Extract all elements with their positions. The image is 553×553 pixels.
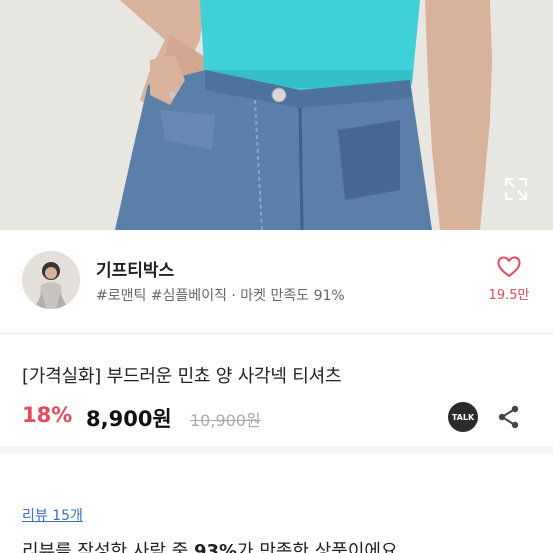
sale-price: 8,900원 bbox=[86, 407, 172, 431]
product-photo-image bbox=[0, 0, 553, 230]
fullscreen-icon[interactable] bbox=[503, 176, 529, 202]
seller-section: 기프티박스 #로맨틱 #심플베이직 · 마켓 만족도 91% 19.5만 bbox=[0, 230, 553, 334]
review-summary-suffix: 가 만족한 상품이에요 bbox=[237, 541, 398, 553]
heart-icon bbox=[497, 256, 521, 278]
review-summary-percent: 93% bbox=[193, 541, 238, 553]
review-summary: 리뷰를 작성한 사람 중 93%가 만족한 상품이에요 bbox=[22, 537, 398, 553]
seller-tags: #로맨틱 #심플베이직 · 마켓 만족도 91% bbox=[96, 288, 345, 304]
review-summary-prefix: 리뷰를 작성한 사람 중 bbox=[22, 541, 194, 553]
like-button[interactable]: 19.5만 bbox=[484, 256, 534, 303]
kakaotalk-icon[interactable]: TALK bbox=[448, 402, 478, 432]
like-count: 19.5만 bbox=[488, 288, 530, 303]
product-title: [가격실화] 부드러운 민쵸 양 사각넥 티셔츠 bbox=[22, 366, 342, 387]
share-icon[interactable] bbox=[496, 404, 522, 430]
product-photo[interactable] bbox=[0, 0, 553, 230]
seller-name[interactable]: 기프티박스 bbox=[96, 256, 174, 281]
seller-avatar[interactable] bbox=[22, 251, 80, 309]
review-count-link[interactable]: 리뷰 15개 bbox=[22, 505, 83, 525]
product-info: [가격실화] 부드러운 민쵸 양 사각넥 티셔츠 18% 8,900원 10,9… bbox=[0, 334, 553, 454]
discount-rate: 18% bbox=[22, 403, 73, 427]
original-price: 10,900원 bbox=[190, 411, 261, 430]
